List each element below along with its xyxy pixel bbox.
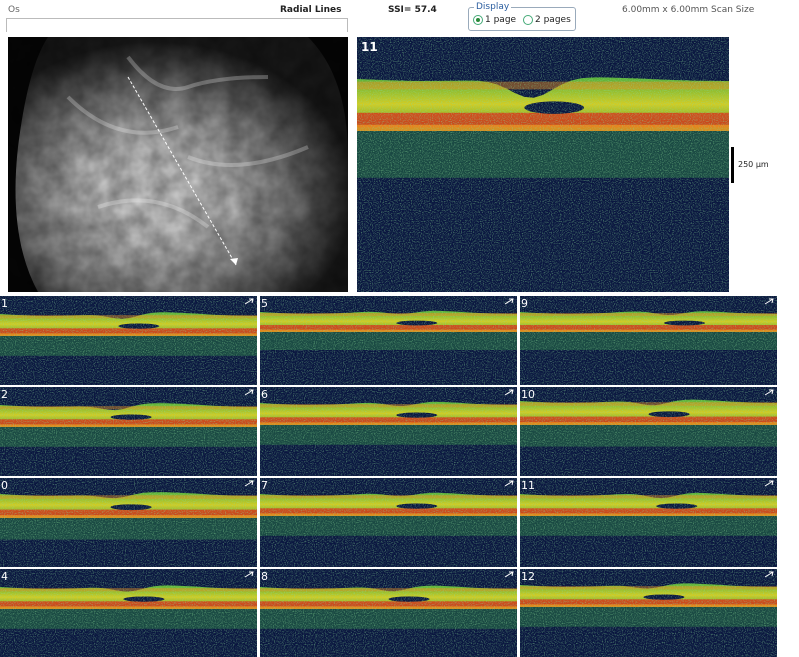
scale-bar	[731, 147, 734, 183]
main-bscan-svg	[357, 37, 729, 292]
thumbnail-scan[interactable]: 8	[260, 569, 517, 657]
thumbnail-scan[interactable]: 12	[520, 569, 777, 657]
thumbnail-scan[interactable]: 0	[0, 478, 257, 567]
fundus-image[interactable]	[8, 37, 348, 292]
thumbnail-scan[interactable]: 6	[260, 387, 517, 476]
thumbnail-label: 1	[1, 297, 8, 310]
display-2-pages-label: 2 pages	[535, 15, 571, 25]
thumbnail-label: 0	[1, 479, 8, 492]
thumbnail-label: 6	[261, 388, 268, 401]
radio-icon[interactable]	[523, 15, 533, 25]
fundus-frame-border	[6, 18, 348, 32]
fundus-image-svg	[8, 37, 348, 292]
thumbnail-label: 4	[1, 570, 8, 583]
protocol-label: Radial Lines	[280, 5, 342, 15]
display-1-page-option[interactable]: 1 page	[473, 15, 516, 25]
thumbnail-scan[interactable]: 10	[520, 387, 777, 476]
thumbnail-label: 10	[521, 388, 535, 401]
thumbnail-scan[interactable]: 2	[0, 387, 257, 476]
thumbnail-label: 2	[1, 388, 8, 401]
ssi-value: SSI= 57.4	[388, 5, 437, 15]
thumbnail-label: 9	[521, 297, 528, 310]
thumbnail-label: 12	[521, 570, 535, 583]
radio-icon[interactable]	[473, 15, 483, 25]
thumbnail-label: 11	[521, 479, 535, 492]
thumbnail-scan[interactable]: 5	[260, 296, 517, 385]
thumbnail-label: 8	[261, 570, 268, 583]
thumbnail-grid: 1 5 9 2 6 10 0 7 11 4 8 12	[0, 296, 779, 657]
display-legend: Display	[474, 2, 512, 12]
display-2-pages-option[interactable]: 2 pages	[523, 15, 571, 25]
header-bar: Os Radial Lines SSI= 57.4 Display 1 page…	[0, 0, 799, 34]
thumbnail-label: 7	[261, 479, 268, 492]
scan-size-label: 6.00mm x 6.00mm Scan Size	[622, 5, 755, 15]
thumbnail-scan[interactable]: 1	[0, 296, 257, 385]
thumbnail-scan[interactable]: 11	[520, 478, 777, 567]
thumbnail-label: 5	[261, 297, 268, 310]
main-bscan[interactable]: 11	[357, 37, 729, 292]
main-bscan-label: 11	[361, 40, 378, 54]
thumbnail-scan[interactable]: 4	[0, 569, 257, 657]
thumbnail-scan[interactable]: 7	[260, 478, 517, 567]
display-option-group: Display 1 page 2 pages	[468, 2, 576, 31]
thumbnail-scan[interactable]: 9	[520, 296, 777, 385]
scale-label: 250 µm	[738, 160, 769, 169]
eye-label: Os	[8, 5, 20, 15]
display-1-page-label: 1 page	[485, 15, 517, 25]
